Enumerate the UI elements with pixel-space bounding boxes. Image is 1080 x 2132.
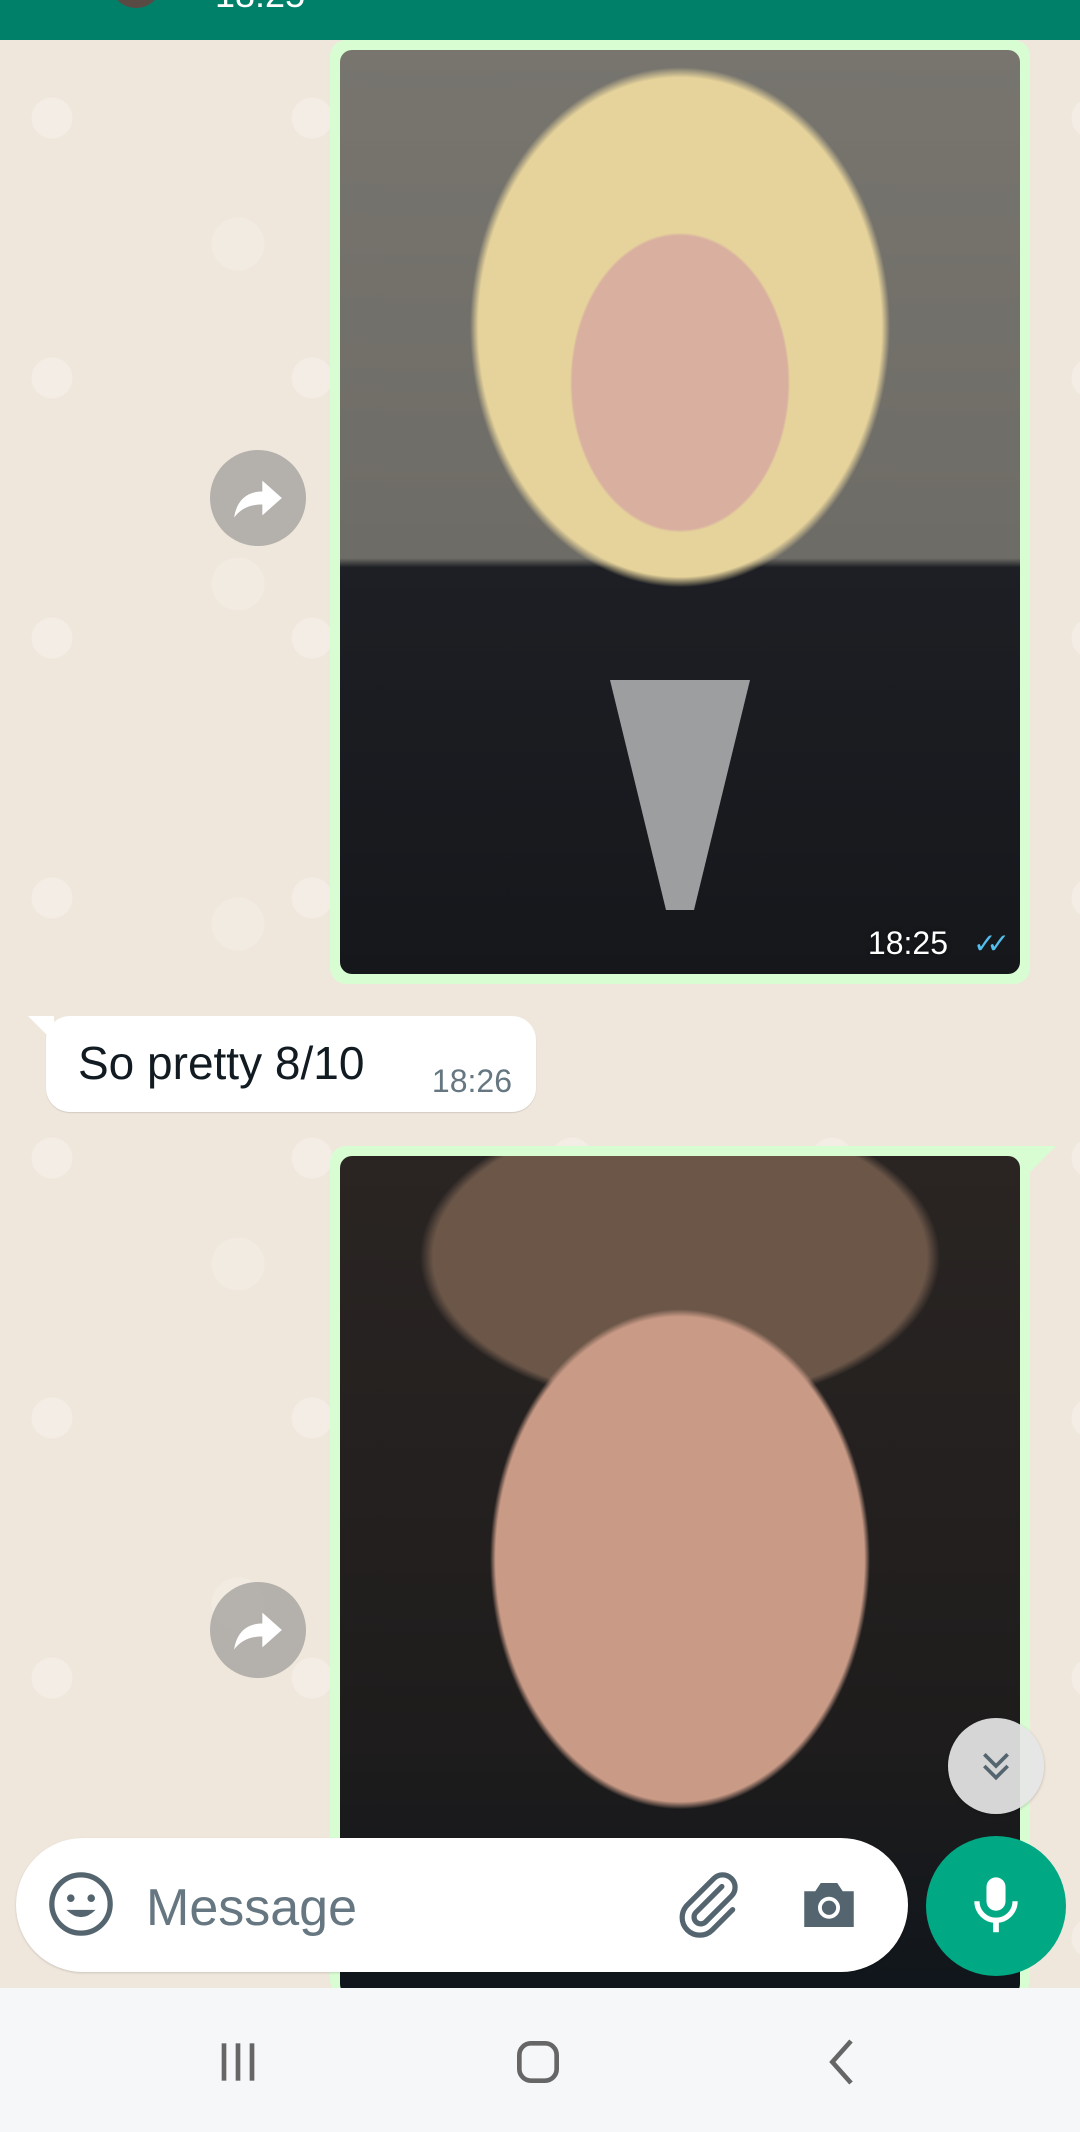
emoji-button[interactable] bbox=[46, 1869, 116, 1944]
header-time: 18:25 bbox=[215, 0, 305, 13]
forward-arrow-icon bbox=[234, 480, 282, 518]
home-icon bbox=[517, 2041, 559, 2083]
microphone-icon bbox=[974, 1877, 1018, 1933]
contact-avatar[interactable] bbox=[110, 0, 162, 8]
back-icon bbox=[829, 2039, 853, 2085]
message-input[interactable]: Message bbox=[146, 1878, 357, 1938]
recents-icon bbox=[221, 2043, 255, 2081]
scroll-to-bottom-button[interactable] bbox=[948, 1718, 1044, 1814]
forward-button[interactable] bbox=[210, 1582, 306, 1678]
text-message-incoming[interactable]: So pretty 8/10 18:26 bbox=[28, 1016, 536, 1112]
voice-message-button[interactable] bbox=[926, 1836, 1066, 1976]
read-ticks-icon: ✓✓ bbox=[973, 928, 1010, 959]
back-button[interactable] bbox=[816, 2034, 872, 2095]
emoji-icon bbox=[49, 1872, 113, 1936]
message-text: So pretty 8/10 bbox=[78, 1037, 365, 1089]
chat-header: 18:25 bbox=[0, 0, 1080, 40]
camera-button[interactable] bbox=[796, 1872, 862, 1943]
message-time: 18:26 bbox=[431, 1063, 512, 1099]
image-message-outgoing[interactable]: 18:25 ✓✓ bbox=[330, 40, 1030, 984]
message-time: 18:25 bbox=[867, 925, 948, 961]
camera-icon bbox=[804, 1883, 854, 1927]
photo-detail bbox=[610, 680, 750, 910]
attach-button[interactable] bbox=[671, 1868, 745, 1947]
forward-arrow-icon bbox=[234, 1612, 282, 1650]
system-navigation-bar bbox=[0, 1988, 1080, 2132]
message-composer[interactable]: Message bbox=[16, 1838, 908, 1972]
paperclip-icon bbox=[679, 1872, 738, 1938]
forward-button[interactable] bbox=[210, 450, 306, 546]
recents-button[interactable] bbox=[210, 2034, 266, 2095]
double-chevron-down-icon bbox=[983, 1753, 1009, 1781]
home-button[interactable] bbox=[510, 2034, 566, 2095]
bubble-tail bbox=[1030, 1146, 1056, 1172]
message-photo[interactable] bbox=[340, 50, 1020, 974]
